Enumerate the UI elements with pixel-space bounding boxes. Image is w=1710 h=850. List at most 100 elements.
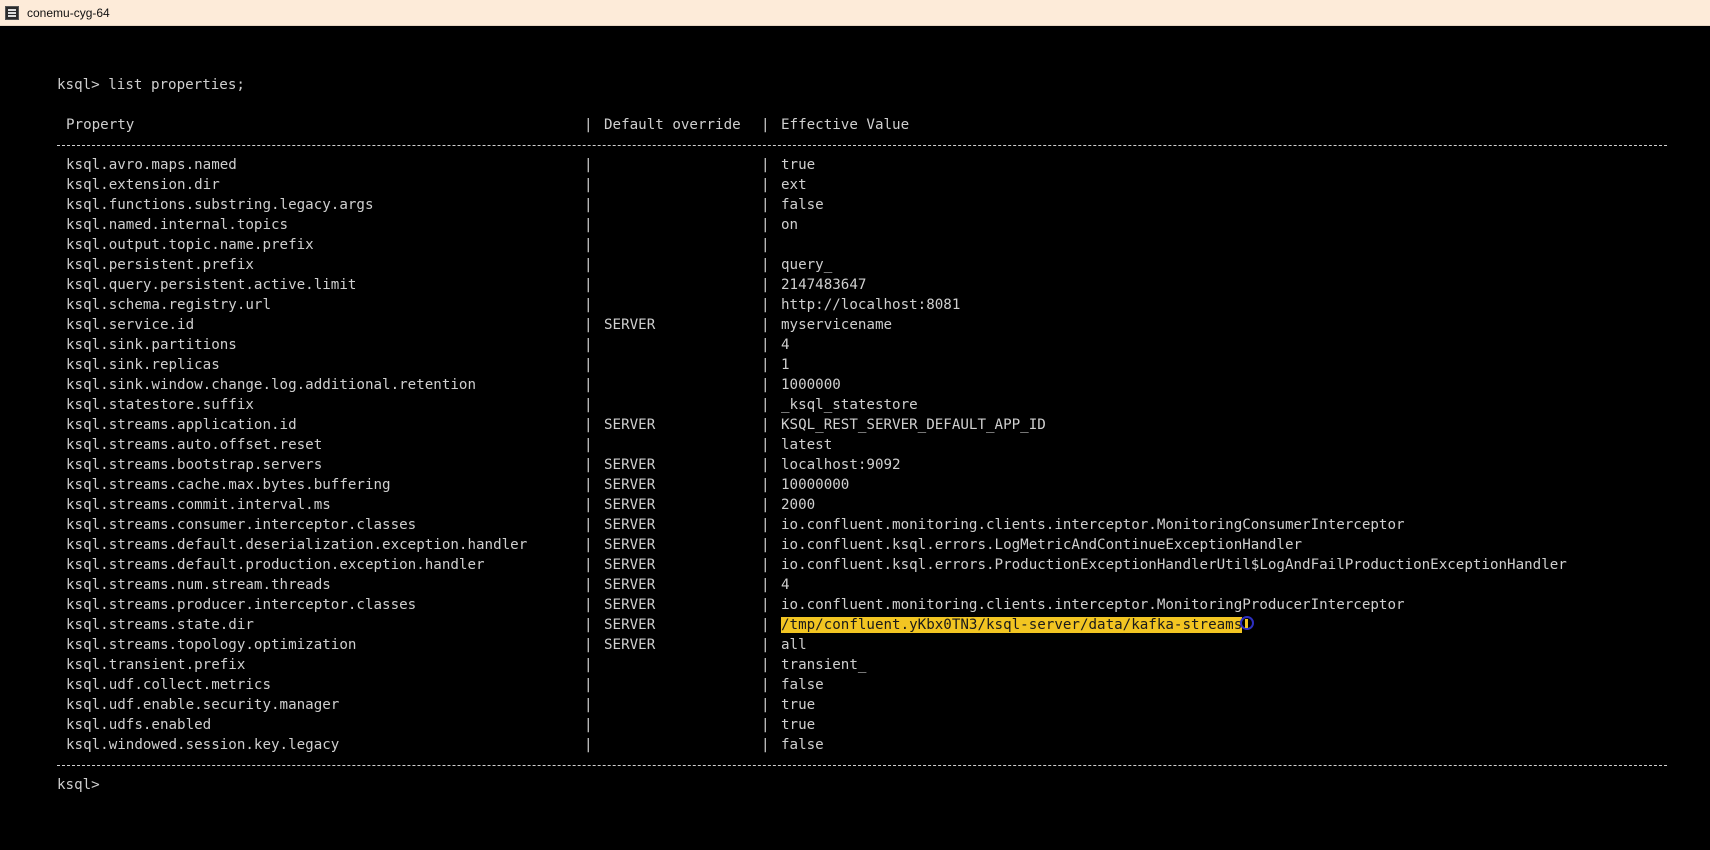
- table-row: ksql.schema.registry.url | | http://localho…: [57, 295, 1677, 315]
- value-text: true: [781, 157, 816, 173]
- default-override: SERVER: [604, 497, 656, 513]
- property-name: ksql.sink.replicas: [66, 357, 220, 373]
- table-row: ksql.windowed.session.key.legacy | | false: [57, 735, 1677, 755]
- default-override: SERVER: [604, 617, 656, 633]
- column-separator: |: [584, 377, 593, 393]
- table-row: ksql.query.persistent.active.limit | | 2147…: [57, 275, 1677, 295]
- value-text: io.confluent.ksql.errors.LogMetricAndCon…: [781, 537, 1303, 553]
- effective-value: true: [775, 695, 815, 715]
- property-name: ksql.sink.partitions: [66, 337, 237, 353]
- table-row: ksql.named.internal.topics | | on: [57, 215, 1677, 235]
- default-override: [598, 735, 761, 755]
- effective-value: 4: [775, 575, 790, 595]
- table-body: ksql.avro.maps.named | | true ksql.extension…: [57, 155, 1677, 755]
- default-override: [598, 155, 761, 175]
- property-name: ksql.streams.state.dir: [66, 617, 254, 633]
- value-text: _ksql_statestore: [781, 397, 918, 413]
- effective-value: transient_: [775, 655, 866, 675]
- table-row: ksql.streams.consumer.interceptor.classe…: [57, 515, 1677, 535]
- table-row: ksql.streams.application.id | SERVER | KSQL_…: [57, 415, 1677, 435]
- column-separator: |: [584, 457, 593, 473]
- property-name: ksql.sink.window.change.log.additional.r…: [66, 377, 476, 393]
- column-separator: |: [761, 457, 770, 473]
- table-row: ksql.avro.maps.named | | true: [57, 155, 1677, 175]
- column-separator: |: [584, 397, 593, 413]
- value-text: io.confluent.monitoring.clients.intercep…: [781, 597, 1405, 613]
- value-text: KSQL_REST_SERVER_DEFAULT_APP_ID: [781, 417, 1046, 433]
- column-separator: |: [584, 737, 593, 753]
- value-text: latest: [781, 437, 833, 453]
- column-separator: |: [584, 197, 593, 213]
- table-row: ksql.streams.commit.interval.ms | SERVER | 2…: [57, 495, 1677, 515]
- column-separator: |: [761, 617, 770, 633]
- column-separator: |: [761, 197, 770, 213]
- effective-value: [775, 235, 781, 255]
- effective-value: _ksql_statestore: [775, 395, 918, 415]
- table-divider: [57, 135, 1677, 155]
- column-separator: |: [584, 217, 593, 233]
- effective-value: false: [775, 675, 824, 695]
- default-override: SERVER: [604, 577, 656, 593]
- column-separator: |: [761, 317, 770, 333]
- default-override: SERVER: [604, 317, 656, 333]
- terminal-output[interactable]: ksql> list properties; Property | Defaul…: [57, 75, 1677, 795]
- property-name: ksql.output.topic.name.prefix: [66, 237, 314, 253]
- column-separator: |: [761, 117, 770, 133]
- value-text: 1: [781, 357, 790, 373]
- default-override: [598, 695, 761, 715]
- effective-value: 2000: [775, 495, 815, 515]
- value-text: transient_: [781, 657, 867, 673]
- effective-value: false: [775, 735, 824, 755]
- column-separator: |: [761, 517, 770, 533]
- property-name: ksql.schema.registry.url: [66, 297, 271, 313]
- property-name: ksql.avro.maps.named: [66, 157, 237, 173]
- default-override: [598, 395, 761, 415]
- default-override: [598, 175, 761, 195]
- column-separator: |: [761, 257, 770, 273]
- table-row: ksql.udf.enable.security.manager | | true: [57, 695, 1677, 715]
- default-override: [598, 375, 761, 395]
- column-separator: |: [761, 297, 770, 313]
- table-row: ksql.streams.default.production.exceptio…: [57, 555, 1677, 575]
- table-row: ksql.streams.topology.optimization | SERVE…: [57, 635, 1677, 655]
- effective-value: /tmp/confluent.yKbx0TN3/ksql-server/data…: [775, 615, 1255, 635]
- column-separator: |: [584, 337, 593, 353]
- column-separator: |: [761, 337, 770, 353]
- effective-value: false: [775, 195, 824, 215]
- table-row: ksql.extension.dir | | ext: [57, 175, 1677, 195]
- command-line: ksql> list properties;: [57, 77, 245, 93]
- default-override: [598, 715, 761, 735]
- column-separator: |: [584, 297, 593, 313]
- property-name: ksql.udfs.enabled: [66, 717, 212, 733]
- column-separator: |: [761, 717, 770, 733]
- header-effective-value: Effective Value: [781, 117, 910, 133]
- column-separator: |: [761, 677, 770, 693]
- column-separator: |: [761, 497, 770, 513]
- table-row: ksql.streams.auto.offset.reset | | latest: [57, 435, 1677, 455]
- default-override: SERVER: [604, 557, 656, 573]
- value-text: false: [781, 197, 824, 213]
- default-override: SERVER: [604, 597, 656, 613]
- selected-value[interactable]: /tmp/confluent.yKbx0TN3/ksql-server/data…: [781, 617, 1243, 633]
- effective-value: myservicename: [775, 315, 892, 335]
- property-name: ksql.streams.default.deserialization.exc…: [66, 537, 528, 553]
- value-text: myservicename: [781, 317, 893, 333]
- column-separator: |: [761, 377, 770, 393]
- default-override: [598, 435, 761, 455]
- column-separator: |: [584, 417, 593, 433]
- conemu-app-icon[interactable]: [5, 5, 19, 20]
- default-override: SERVER: [604, 417, 656, 433]
- column-separator: |: [761, 397, 770, 413]
- table-row: ksql.sink.window.change.log.additional.r…: [57, 375, 1677, 395]
- column-separator: |: [761, 737, 770, 753]
- title-bar[interactable]: conemu-cyg-64: [0, 0, 1710, 26]
- header-default-override: Default override: [604, 117, 741, 133]
- column-separator: |: [761, 417, 770, 433]
- column-separator: |: [761, 157, 770, 173]
- value-text: ext: [781, 177, 807, 193]
- property-name: ksql.streams.topology.optimization: [66, 637, 357, 653]
- column-separator: |: [761, 177, 770, 193]
- value-text: 4: [781, 577, 790, 593]
- effective-value: true: [775, 155, 815, 175]
- table-row: ksql.functions.substring.legacy.args | | fa…: [57, 195, 1677, 215]
